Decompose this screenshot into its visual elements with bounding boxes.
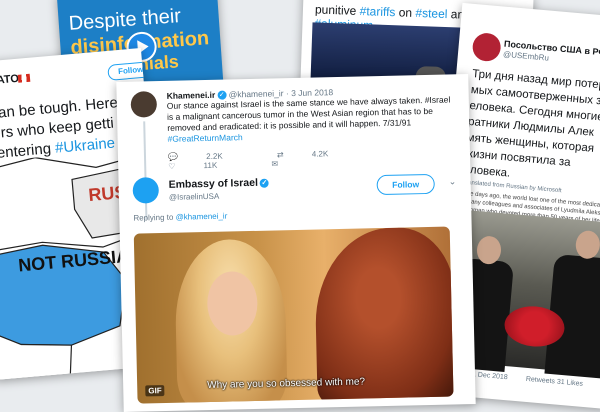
tweet-text: Our stance against Israel is the same st… xyxy=(166,94,451,144)
replying-to: Replying to @khamenei_ir xyxy=(133,211,228,223)
tweet-stats[interactable]: Retweets 31 Likes xyxy=(526,376,584,388)
avatar[interactable] xyxy=(130,91,158,118)
tweet-actions: 💬 2.2K ⇄ 4.2K ♡ 11K ✉ xyxy=(168,146,470,171)
chevron-down-icon[interactable]: ⌄ xyxy=(449,176,457,187)
account-name[interactable]: t NATO xyxy=(0,73,19,88)
reply-icon: 💬 xyxy=(167,152,179,162)
thread-line xyxy=(143,121,148,220)
avatar[interactable] xyxy=(132,177,160,204)
retweet-button[interactable]: ⇄ 4.2K xyxy=(276,149,355,160)
heart-icon: ♡ xyxy=(168,161,176,171)
reply-author-name[interactable]: Embassy of Israel ✓ xyxy=(169,177,270,191)
gif-badge: GIF xyxy=(145,385,165,397)
follow-button[interactable]: Follow xyxy=(376,173,435,196)
verified-icon: ✓ xyxy=(259,178,270,188)
canada-flag-icon xyxy=(17,73,31,83)
mention-link[interactable]: @khamenei_ir xyxy=(176,212,228,222)
message-icon[interactable]: ✉ xyxy=(271,159,278,168)
hashtag-link[interactable]: #steel xyxy=(415,6,448,21)
gif-media[interactable]: GIF Why are you so obsessed with me? xyxy=(133,226,454,404)
hashtag-link[interactable]: #tariffs xyxy=(359,4,395,19)
tweet-card-main[interactable]: Khamenei.ir ✓ @khamenei_ir · 3 Jun 2018 O… xyxy=(116,74,476,412)
reply-author-handle[interactable]: @IsraelinUSA xyxy=(169,192,220,202)
like-button[interactable]: ♡ 11K xyxy=(168,160,243,171)
retweet-icon: ⇄ xyxy=(276,150,284,160)
hashtag-link[interactable]: #GreatReturnMarch xyxy=(167,132,242,144)
avatar[interactable] xyxy=(471,32,502,63)
